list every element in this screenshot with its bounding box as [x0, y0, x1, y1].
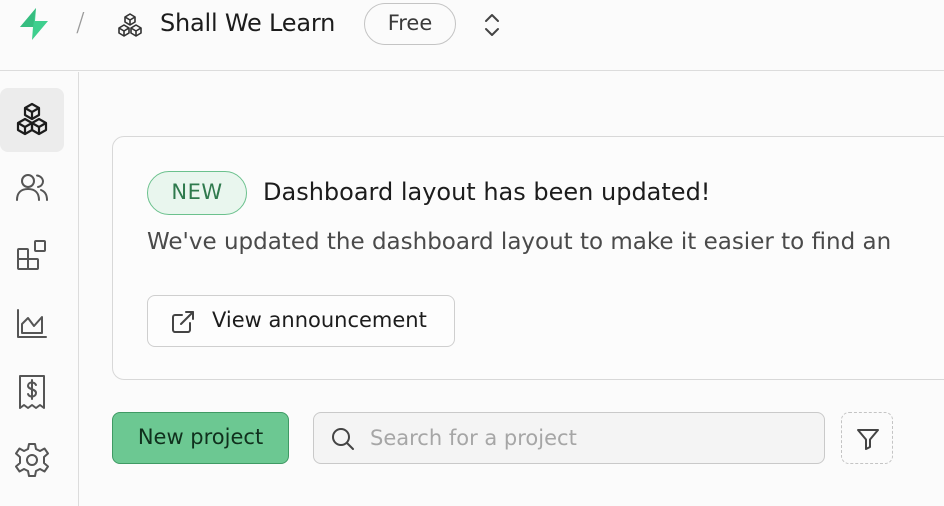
- announcement-banner: NEW Dashboard layout has been updated! W…: [112, 136, 944, 380]
- brand-logo-icon[interactable]: [16, 6, 52, 42]
- new-badge: NEW: [147, 171, 247, 215]
- sidebar-item-billing[interactable]: [0, 360, 64, 424]
- sidebar-item-settings[interactable]: [0, 428, 64, 492]
- sidebar-item-team[interactable]: [0, 156, 64, 220]
- cubes-icon: [118, 13, 142, 37]
- view-announcement-button[interactable]: View announcement: [147, 295, 455, 347]
- announcement-title: Dashboard layout has been updated!: [263, 178, 711, 206]
- chevron-up-down-icon[interactable]: [479, 10, 505, 40]
- new-project-button[interactable]: New project: [112, 412, 289, 464]
- cubes-icon: [16, 102, 48, 136]
- organization-name[interactable]: Shall We Learn: [160, 9, 335, 37]
- sidebar: [0, 72, 79, 506]
- plan-badge: Free: [364, 3, 456, 45]
- blocks-icon: [17, 240, 46, 270]
- sidebar-item-projects[interactable]: [0, 88, 64, 152]
- external-link-icon: [172, 311, 194, 333]
- breadcrumb-separator: /: [76, 8, 85, 38]
- search-box: [313, 412, 825, 464]
- top-bar: / Shall We Learn Free: [0, 0, 944, 71]
- view-announcement-label: View announcement: [212, 308, 427, 332]
- users-icon: [16, 174, 48, 201]
- filter-button[interactable]: [841, 412, 893, 464]
- gear-icon: [15, 443, 49, 477]
- filter-icon: [857, 429, 879, 450]
- sidebar-item-integrations[interactable]: [0, 224, 64, 288]
- sidebar-item-usage[interactable]: [0, 292, 64, 356]
- announcement-description: We've updated the dashboard layout to ma…: [147, 229, 892, 255]
- search-icon: [332, 428, 354, 450]
- search-input[interactable]: [370, 421, 810, 455]
- chart-icon: [17, 309, 47, 338]
- receipt-icon: [19, 375, 45, 409]
